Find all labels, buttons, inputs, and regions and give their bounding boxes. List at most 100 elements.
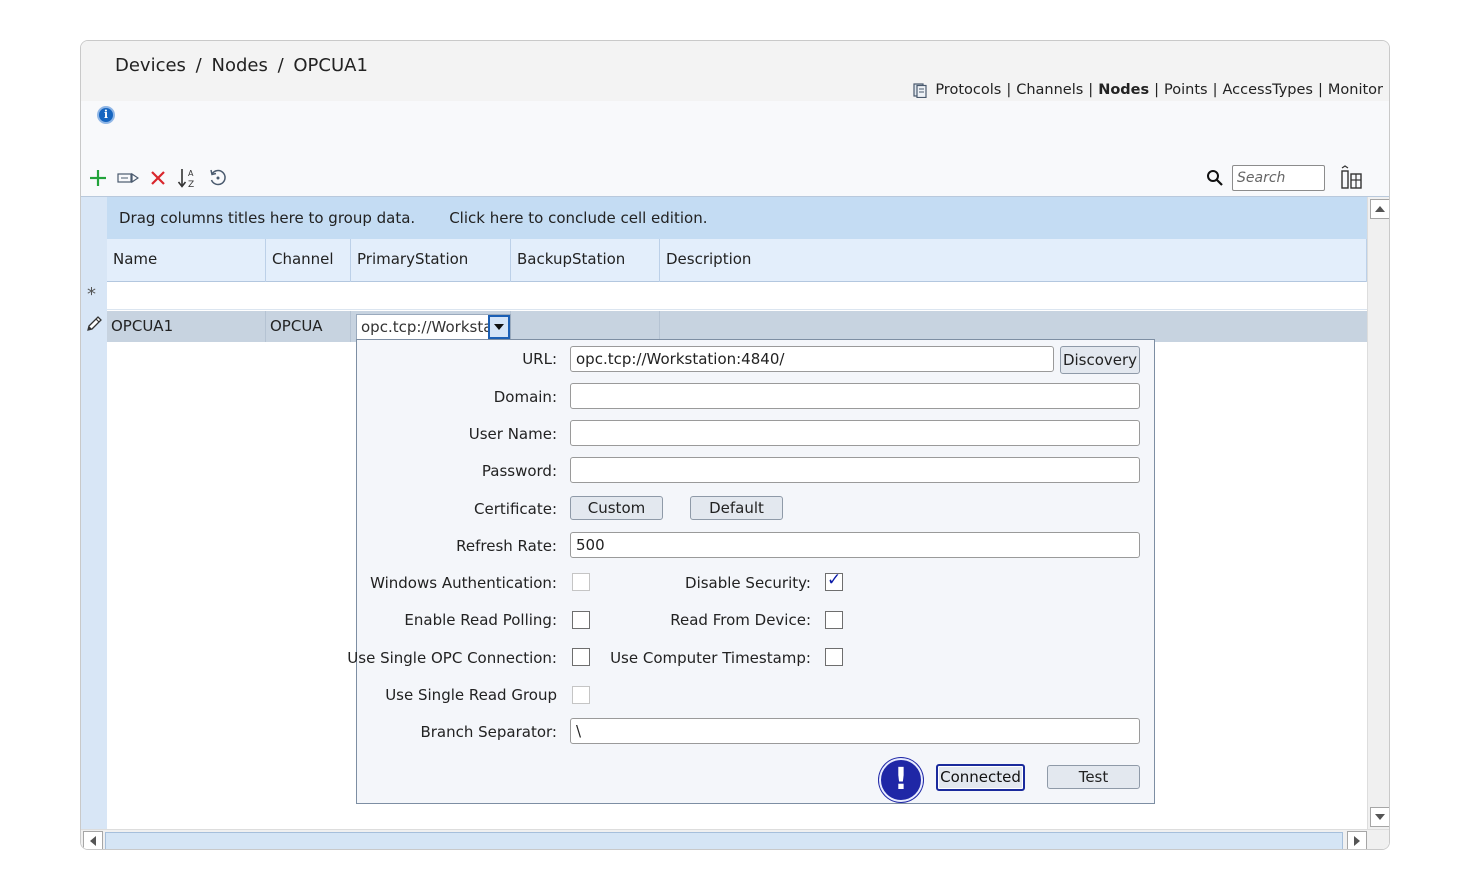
scroll-thumb[interactable] [105,832,1343,849]
warning-icon: ! [879,758,923,802]
nav-link-nodes[interactable]: Nodes [1098,82,1149,98]
chevron-down-icon [494,324,505,330]
breadcrumb-devices[interactable]: Devices [115,55,186,76]
group-hint: Drag columns titles here to group data. [119,209,416,227]
cell-description[interactable] [660,311,1367,342]
password-label: Password: [481,462,557,480]
username-label: User Name: [468,425,557,443]
new-row[interactable] [107,283,1367,310]
certificate-label: Certificate: [474,500,557,518]
arrow-left-icon [90,836,96,846]
discovery-button[interactable]: Discovery [1060,346,1140,374]
cell-name[interactable]: OPCUA1 [107,311,266,342]
read-from-device-checkbox[interactable] [825,611,843,629]
breadcrumb-current: OPCUA1 [293,55,368,76]
rename-icon [117,172,139,184]
column-header-description[interactable]: Description [660,239,1367,282]
disable-security-label: Disable Security: [685,574,811,592]
single-opc-connection-label: Use Single OPC Connection: [347,649,557,667]
scroll-right-button[interactable] [1347,831,1367,849]
arrow-down-icon [1375,814,1385,820]
arrow-right-icon [1354,836,1360,846]
pencil-icon [87,316,102,331]
column-header-backupstation[interactable]: BackupStation [511,239,660,282]
refresh-rate-field[interactable]: 500 [570,532,1140,558]
column-header-primarystation[interactable]: PrimaryStation [351,239,511,282]
nav-separator: | [1088,82,1094,98]
add-button[interactable] [87,167,109,189]
username-field[interactable] [570,420,1140,446]
connected-button[interactable]: Connected [936,764,1025,791]
dropdown-button[interactable] [488,315,510,339]
svg-text:A: A [188,169,194,178]
refresh-button[interactable] [207,167,229,189]
breadcrumb-separator: / [195,55,202,76]
computer-timestamp-checkbox[interactable] [825,648,843,666]
cell-channel[interactable]: OPCUA [266,311,351,342]
close-icon [151,171,165,185]
sort-az-icon: AZ [177,169,194,189]
scroll-left-button[interactable] [83,831,103,849]
read-from-device-label: Read From Device: [670,611,811,629]
book-icon [913,82,927,98]
nav-link-accesstypes[interactable]: AccessTypes [1222,82,1313,98]
nav-link-protocols[interactable]: Protocols [935,82,1001,98]
nav-link-points[interactable]: Points [1164,82,1208,98]
url-label: URL: [522,350,557,368]
refresh-icon [210,169,226,186]
column-chooser-button[interactable] [1339,165,1365,191]
column-chooser-icon [1341,165,1362,189]
upper-band [81,101,1389,196]
branch-separator-label: Branch Separator: [420,723,557,741]
scroll-up-button[interactable] [1370,199,1389,219]
connection-settings-popup: URL: opc.tcp://Workstation:4840/ Discove… [347,339,1155,804]
windows-auth-label: Windows Authentication: [370,574,557,592]
new-row-icon: * [87,284,96,305]
group-panel[interactable]: Drag columns titles here to group data. … [107,197,1367,239]
windows-auth-checkbox[interactable] [572,573,590,591]
url-field[interactable]: opc.tcp://Workstation:4840/ [570,346,1054,372]
read-polling-checkbox[interactable] [572,611,590,629]
domain-field[interactable] [570,383,1140,409]
conclude-edit-link[interactable]: Click here to conclude cell edition. [449,209,707,227]
single-read-group-checkbox[interactable] [572,686,590,704]
app-window: Devices / Nodes / OPCUA1 Protocols | Cha… [80,40,1390,850]
test-button[interactable]: Test [1047,765,1140,789]
read-polling-label: Enable Read Polling: [404,611,557,629]
vertical-scrollbar[interactable] [1367,197,1389,829]
branch-separator-field[interactable]: \ [570,718,1140,744]
search-area [1206,165,1325,191]
primarystation-editor[interactable]: opc.tcp://Workstation:4840/ [356,314,511,340]
info-icon[interactable]: i [97,106,115,124]
default-certificate-button[interactable]: Default [690,496,783,520]
column-header-channel[interactable]: Channel [266,239,351,282]
nav-separator: | [1317,82,1323,98]
horizontal-scrollbar[interactable] [81,829,1389,849]
scroll-down-button[interactable] [1370,807,1389,827]
nav-separator: | [1154,82,1160,98]
custom-certificate-button[interactable]: Custom [570,496,663,520]
nav-link-channels[interactable]: Channels [1016,82,1083,98]
single-opc-connection-checkbox[interactable] [572,648,590,666]
toolbar: AZ [87,165,229,191]
nav-link-monitor[interactable]: Monitor [1328,82,1383,98]
password-field[interactable] [570,457,1140,483]
svg-text:Z: Z [188,180,194,189]
disable-security-checkbox[interactable] [825,570,843,591]
delete-button[interactable] [147,167,169,189]
column-header-name[interactable]: Name [107,239,266,282]
refresh-rate-label: Refresh Rate: [456,537,557,555]
breadcrumb-separator: / [277,55,284,76]
primarystation-editor-text[interactable]: opc.tcp://Workstation:4840/ [357,318,488,336]
grid-header: Name Channel PrimaryStation BackupStatio… [107,239,1367,282]
search-input[interactable] [1232,165,1325,191]
breadcrumb-nodes[interactable]: Nodes [211,55,267,76]
rename-button[interactable] [117,167,139,189]
search-icon [1207,170,1223,186]
table-row[interactable]: OPCUA1 OPCUA [107,311,1367,342]
breadcrumb: Devices / Nodes / OPCUA1 [113,55,370,76]
computer-timestamp-label: Use Computer Timestamp: [610,649,811,667]
sort-button[interactable]: AZ [177,167,199,189]
plus-icon [90,170,106,186]
cell-backupstation[interactable] [511,311,660,342]
